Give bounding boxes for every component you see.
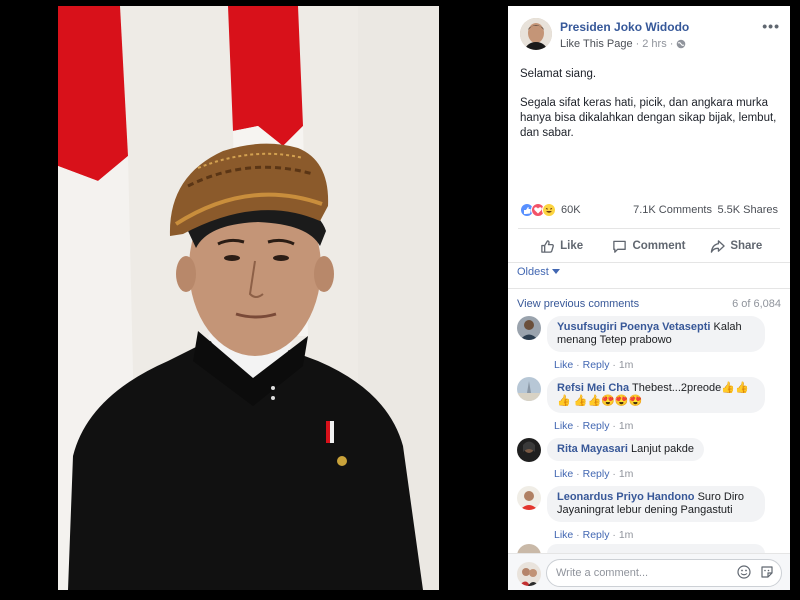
post-text-line: Selamat siang.: [520, 68, 597, 80]
post-photo[interactable]: [58, 6, 439, 590]
comment-like-link[interactable]: Like: [554, 359, 573, 371]
comment-actions: Like · Reply · 1m: [554, 359, 634, 371]
page-avatar[interactable]: [520, 18, 552, 50]
reaction-icons[interactable]: [520, 203, 556, 217]
comment-bubble: Leonardus Priyo Handono Suro Diro Jayani…: [547, 486, 765, 522]
comment-like-link[interactable]: Like: [554, 468, 573, 480]
commenter-avatar[interactable]: [517, 438, 541, 462]
commenter-avatar[interactable]: [517, 486, 541, 510]
comment-like-link[interactable]: Like: [554, 529, 573, 541]
share-button[interactable]: Share: [693, 232, 780, 260]
divider: [508, 262, 790, 263]
comments-counter: 6 of 6,084: [732, 298, 781, 310]
portrait-image: [58, 6, 439, 590]
reactions-count[interactable]: 60K: [561, 204, 581, 216]
comment-sort-dropdown[interactable]: Oldest: [517, 266, 560, 278]
comment-time[interactable]: 1m: [619, 359, 634, 371]
commenter-avatar[interactable]: [517, 377, 541, 401]
share-icon: [711, 239, 726, 253]
divider: [518, 228, 780, 229]
meta-separator-2: ·: [669, 38, 674, 50]
comment-author[interactable]: Yusufsugiri Poenya Vetasepti: [557, 321, 710, 333]
comment-composer: Write a comment...: [508, 553, 790, 590]
like-page-link[interactable]: Like This Page: [560, 38, 633, 50]
post-text-line: Segala sifat keras hati, picik, dan angk…: [520, 97, 777, 139]
post-text: Selamat siang. Segala sifat keras hati, …: [520, 67, 782, 155]
commenter-avatar[interactable]: [517, 316, 541, 340]
comment-button-label: Comment: [632, 240, 686, 252]
post-actions: Like Comment Share: [518, 232, 780, 260]
more-options-button[interactable]: •••: [762, 18, 780, 34]
emoji-icon[interactable]: [737, 565, 751, 579]
comment-icon: [613, 240, 627, 253]
post-meta: Like This Page · 2 hrs ·: [560, 38, 686, 50]
comment-time[interactable]: 1m: [619, 529, 634, 541]
comment-actions: Like · Reply · 1m: [554, 420, 634, 432]
comment-button[interactable]: Comment: [605, 232, 692, 260]
post-header: Presiden Joko Widodo Like This Page · 2 …: [520, 18, 782, 58]
current-user-avatar[interactable]: [517, 562, 541, 586]
comment-like-link[interactable]: Like: [554, 420, 573, 432]
post-time[interactable]: 2 hrs: [642, 38, 666, 50]
view-previous-comments-link[interactable]: View previous comments: [517, 298, 639, 310]
comment-actions: Like · Reply · 1m: [554, 468, 634, 480]
comment-actions: Like · Reply · 1m: [554, 529, 634, 541]
comments-count[interactable]: 7.1K Comments: [633, 204, 712, 216]
comment-bubble: Refsi Mei Cha Thebest...2preode👍👍👍 👍👍😍😍😍: [547, 377, 765, 413]
divider: [508, 288, 790, 289]
comment-time[interactable]: 1m: [619, 468, 634, 480]
globe-icon: [677, 39, 686, 49]
haha-icon: [542, 203, 556, 217]
share-button-label: Share: [730, 240, 763, 252]
meta-separator: ·: [635, 38, 640, 50]
comment-reply-link[interactable]: Reply: [583, 468, 610, 480]
comment-text: Lanjut pakde: [631, 443, 694, 455]
reactions-bar: 60K 7.1K Comments 5.5K Shares: [520, 202, 778, 220]
comment-author[interactable]: Refsi Mei Cha: [557, 382, 629, 394]
caret-down-icon: [551, 269, 560, 274]
post-panel: Presiden Joko Widodo Like This Page · 2 …: [508, 6, 790, 590]
sort-label: Oldest: [517, 266, 549, 278]
thumbs-up-icon: [541, 239, 555, 253]
comment-time[interactable]: 1m: [619, 420, 634, 432]
like-button[interactable]: Like: [518, 232, 605, 260]
comment-author[interactable]: Leonardus Priyo Handono: [557, 491, 695, 503]
comment-author[interactable]: Rita Mayasari: [557, 443, 628, 455]
comment-bubble: Yusufsugiri Poenya Vetasepti Kalah menan…: [547, 316, 765, 352]
comment-reply-link[interactable]: Reply: [583, 529, 610, 541]
comment-reply-link[interactable]: Reply: [583, 359, 610, 371]
sticker-icon[interactable]: [760, 565, 774, 579]
page-name-link[interactable]: Presiden Joko Widodo: [560, 20, 689, 34]
like-button-label: Like: [560, 240, 584, 252]
comment-reply-link[interactable]: Reply: [583, 420, 610, 432]
comment-bubble: Rita Mayasari Lanjut pakde: [547, 438, 704, 461]
shares-count[interactable]: 5.5K Shares: [717, 204, 778, 216]
